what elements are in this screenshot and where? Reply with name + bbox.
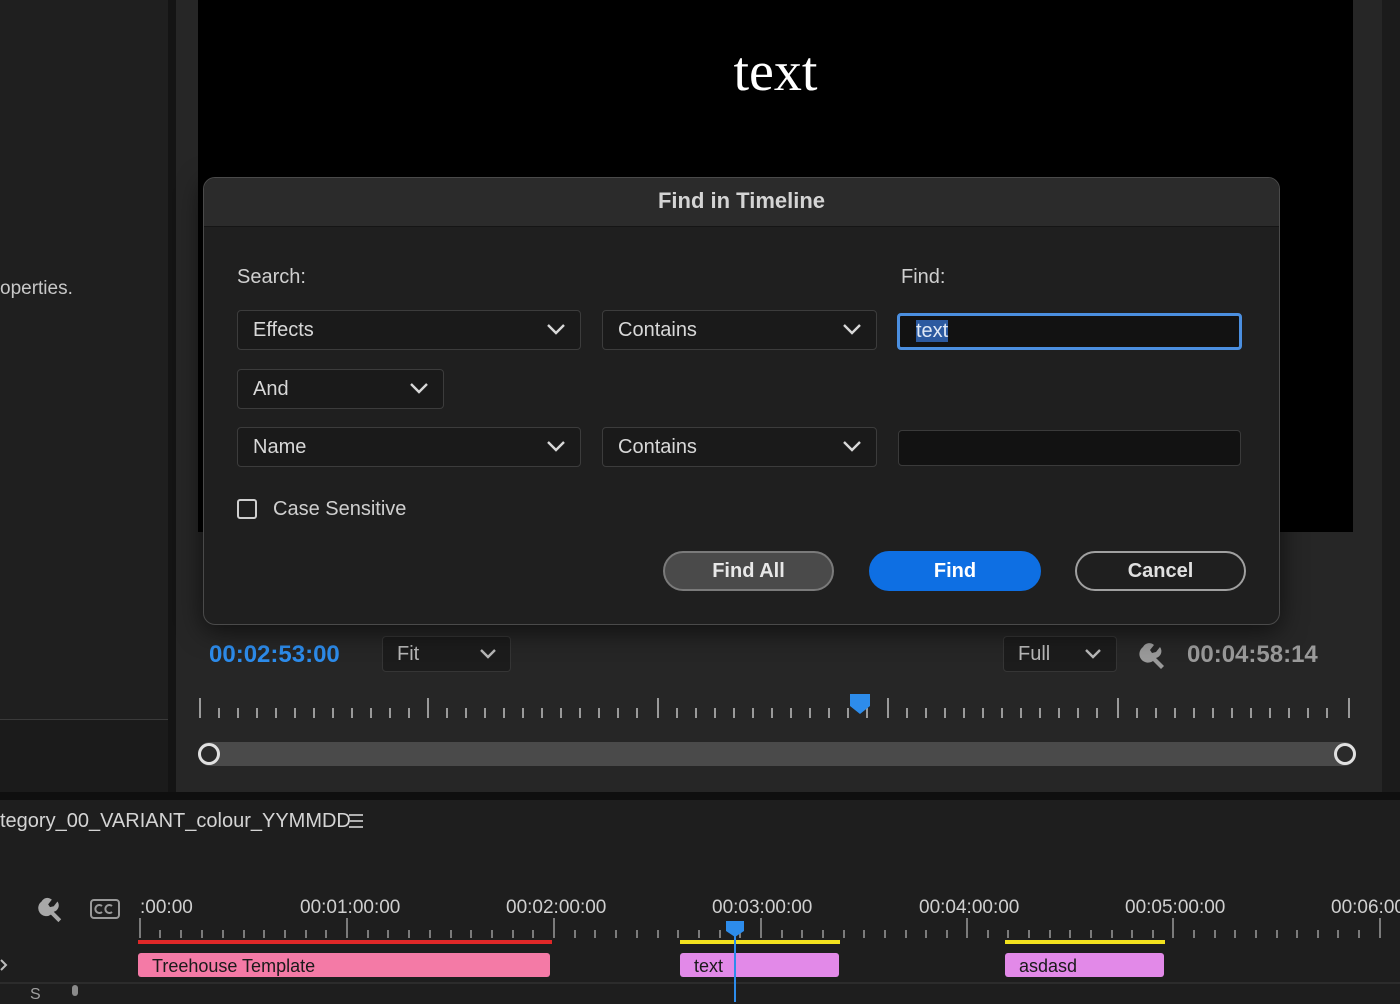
video-title-text: text (733, 41, 818, 103)
panel-resize-handle[interactable] (168, 0, 176, 792)
find-label: Find: (901, 266, 946, 288)
second-find-text-input[interactable] (898, 430, 1241, 466)
sequence-duration: 00:04:58:14 (1187, 641, 1318, 668)
sequence-tab[interactable]: tegory_00_VARIANT_colour_YYMMDD (0, 810, 351, 833)
scroll-handle-right[interactable] (1334, 743, 1356, 765)
logic-operator-value: And (253, 378, 289, 400)
find-all-button[interactable]: Find All (663, 551, 834, 591)
project-panel (0, 0, 168, 792)
case-sensitive-label[interactable]: Case Sensitive (273, 498, 406, 521)
chevron-down-icon (410, 383, 428, 394)
right-panel-edge (1382, 0, 1400, 792)
wrench-icon[interactable] (36, 895, 64, 923)
audio-track-header (0, 984, 1400, 1002)
playhead-timecode[interactable]: 00:02:53:00 (209, 641, 340, 669)
chevron-down-icon (480, 649, 496, 659)
zoom-level-dropdown[interactable]: Fit (382, 636, 511, 672)
panel-separator[interactable] (0, 792, 1400, 800)
render-bar-red (138, 940, 552, 944)
chevron-down-icon (1085, 649, 1101, 659)
panel-footer (0, 720, 168, 792)
search-operator-value: Contains (618, 319, 697, 341)
ruler-timecode-label: :00:00 (140, 897, 193, 918)
ruler-timecode-label: 00:04:00:00 (919, 897, 1020, 918)
second-property-value: Name (253, 436, 307, 458)
search-operator-dropdown[interactable]: Contains (602, 310, 877, 350)
resolution-dropdown[interactable]: Full (1003, 636, 1117, 672)
resolution-value: Full (1018, 643, 1051, 665)
track-expand-icon[interactable] (0, 958, 8, 972)
closed-captions-icon[interactable] (90, 899, 120, 919)
find-button[interactable]: Find (869, 551, 1041, 591)
ruler-timecode-label: 00:02:00:00 (506, 897, 607, 918)
timeline-playhead[interactable] (725, 920, 745, 938)
search-label: Search: (237, 266, 306, 288)
chevron-down-icon (547, 441, 565, 452)
cancel-button[interactable]: Cancel (1075, 551, 1246, 591)
render-bar-yellow (1005, 940, 1165, 944)
zoom-level-value: Fit (397, 643, 420, 665)
second-operator-dropdown[interactable]: Contains (602, 427, 877, 467)
timeline-playhead-line (734, 930, 736, 1002)
monitor-time-ruler[interactable] (198, 692, 1353, 722)
scroll-handle-left[interactable] (198, 743, 220, 765)
panel-partial-text: operties. (0, 278, 73, 299)
second-operator-value: Contains (618, 436, 697, 458)
dialog-titlebar[interactable]: Find in Timeline (204, 178, 1279, 227)
ruler-timecode-label: 00:05:00:00 (1125, 897, 1226, 918)
zoom-scroll-bar[interactable] (198, 742, 1356, 766)
search-property-dropdown[interactable]: Effects (237, 310, 581, 350)
dialog-title: Find in Timeline (657, 188, 826, 213)
chevron-down-icon (547, 324, 565, 335)
wrench-icon[interactable] (1137, 640, 1167, 670)
timeline-clip[interactable]: Treehouse Template (138, 953, 550, 977)
find-text-value: text (916, 320, 949, 342)
case-sensitive-checkbox[interactable] (237, 499, 257, 519)
chevron-down-icon (843, 441, 861, 452)
render-bar-yellow (680, 940, 840, 944)
timeline-clip[interactable]: text (680, 953, 839, 977)
ruler-timecode-label: 00:06:00 (1331, 897, 1400, 918)
solo-track-label[interactable]: S (30, 986, 41, 1004)
ruler-timecode-label: 00:01:00:00 (300, 897, 401, 918)
chevron-down-icon (843, 324, 861, 335)
find-text-input[interactable]: text (897, 313, 1242, 350)
hamburger-menu-icon[interactable] (346, 812, 366, 830)
second-property-dropdown[interactable]: Name (237, 427, 581, 467)
find-in-timeline-dialog: Find in Timeline Search: Find: Effects C… (203, 177, 1280, 625)
ruler-timecode-label: 00:03:00:00 (712, 897, 813, 918)
logic-operator-dropdown[interactable]: And (237, 369, 444, 409)
search-property-value: Effects (253, 319, 314, 341)
timeline-clip[interactable]: asdasd (1005, 953, 1164, 977)
microphone-icon[interactable] (68, 984, 82, 1002)
